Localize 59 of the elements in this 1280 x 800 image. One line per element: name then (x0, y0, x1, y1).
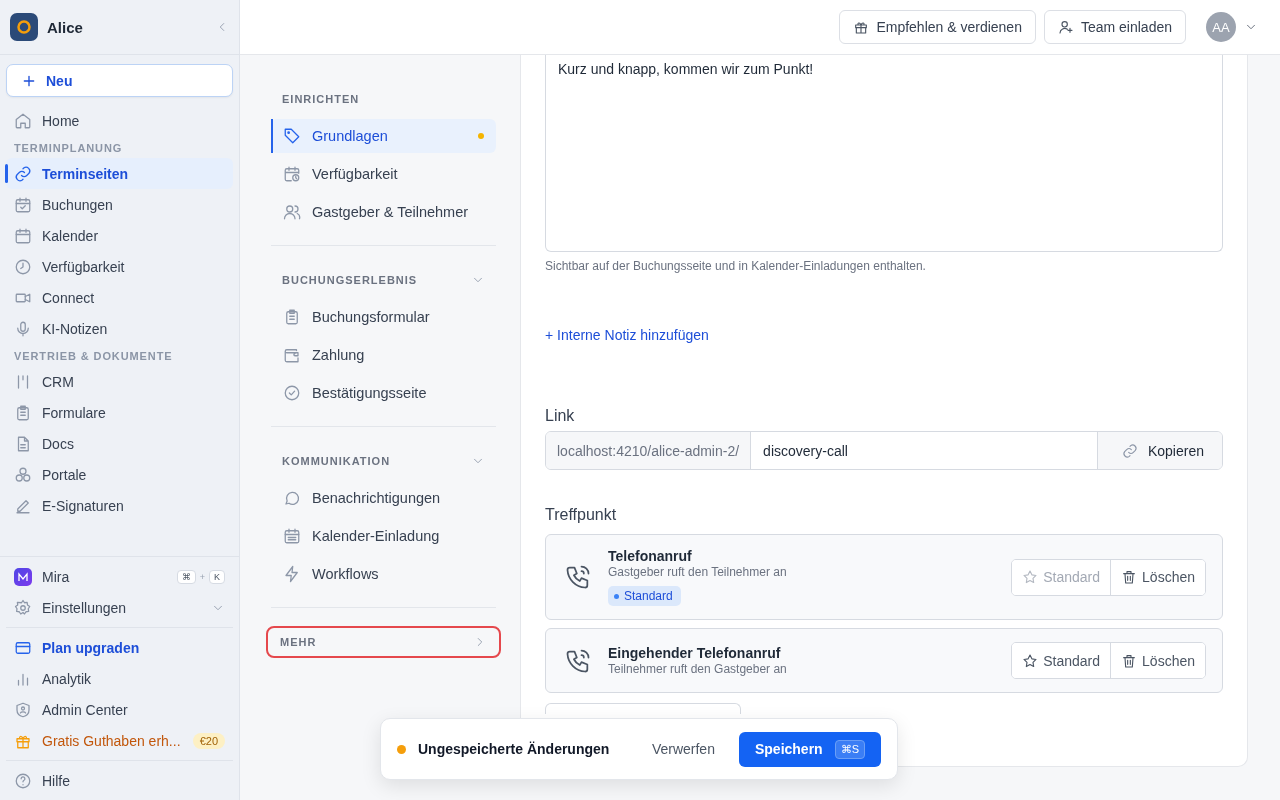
promo-link[interactable]: Gratis Guthaben erh... €20 (6, 725, 233, 756)
sidebar-item[interactable]: KI-Notizen (6, 313, 233, 344)
assistant-item[interactable]: Mira ⌘ + K (6, 561, 233, 592)
location-title: Telefonanruf (608, 548, 692, 564)
section-title: EINRICHTEN (282, 93, 360, 105)
sidebar-item[interactable]: Buchungen (6, 189, 233, 220)
delete-button[interactable]: Löschen (1110, 559, 1205, 595)
sidebar-item[interactable]: E-Signaturen (6, 490, 233, 521)
section-toggle[interactable]: MEHR (266, 626, 501, 658)
settings-nav-item[interactable]: Grundlagen (271, 119, 496, 153)
credit-badge: €20 (192, 732, 225, 749)
location-description: Gastgeber ruft den Teilnehmer an (608, 565, 787, 579)
shortcut-key: ⌘ (176, 569, 196, 584)
save-button[interactable]: Speichern ⌘S (738, 731, 881, 767)
header-button[interactable]: Empfehlen & verdienen (839, 10, 1036, 44)
settings-nav-item[interactable]: Workflows (271, 557, 496, 591)
discard-button[interactable]: Verwerfen (627, 741, 739, 757)
sidebar-item[interactable]: Kalender (6, 220, 233, 251)
settings-nav-item[interactable]: Buchungsformular (271, 300, 496, 334)
field-hint: Sichtbar auf der Buchungsseite und in Kalender-Einladungen enthalten. (545, 259, 927, 273)
sidebar-item[interactable]: Verfügbarkeit (6, 251, 233, 282)
sidebar-item[interactable]: CRM (6, 366, 233, 397)
sidebar-item[interactable]: Admin Center (6, 694, 233, 725)
settings-nav-item[interactable]: Verfügbarkeit (271, 157, 496, 191)
description-field[interactable]: Kurz und knapp, kommen wir zum Punkt! (545, 55, 1223, 252)
workspace-name: Alice (47, 18, 84, 36)
sidebar-item[interactable]: Formulare (6, 397, 233, 428)
settings-nav-item[interactable]: Kalender-Einladung (271, 519, 496, 553)
settings-nav-item[interactable]: Gastgeber & Teilnehmer (271, 195, 496, 229)
location-title: Eingehender Telefonanruf (608, 645, 781, 661)
shortcut-key: K (209, 569, 225, 584)
default-badge: Standard (608, 586, 681, 606)
sidebar-item[interactable]: Terminseiten (6, 158, 233, 189)
sidebar-item[interactable]: Analytik (6, 663, 233, 694)
sidebar-item[interactable]: Connect (6, 282, 233, 313)
sidebar-item[interactable]: Portale (6, 459, 233, 490)
sidebar-item[interactable]: Docs (6, 428, 233, 459)
settings-nav-item[interactable]: Benachrichtigungen (271, 481, 496, 515)
shortcut-key: ⌘S (834, 739, 865, 759)
sidebar-item[interactable]: Einstellungen (6, 592, 233, 623)
add-note-link[interactable]: + Interne Notiz hinzufügen (545, 327, 709, 343)
section-toggle[interactable]: BUCHUNGSERLEBNIS (271, 264, 496, 296)
settings-nav-item[interactable]: Bestätigungsseite (271, 376, 496, 410)
new-button[interactable]: Neu (6, 64, 233, 97)
settings-nav-item[interactable]: Zahlung (271, 338, 496, 372)
location-description: Teilnehmer ruft den Gastgeber an (608, 662, 787, 676)
set-default-button[interactable]: Standard (1012, 643, 1111, 678)
delete-button[interactable]: Löschen (1110, 643, 1205, 678)
section-toggle[interactable]: KOMMUNIKATION (271, 445, 496, 477)
sidebar-item[interactable]: Home (6, 105, 233, 136)
header-button[interactable]: Team einladen (1043, 10, 1186, 44)
field-label: Link (545, 407, 576, 425)
shortcut-joiner: + (199, 571, 205, 582)
section-header: VERTRIEB & DOKUMENTE (13, 349, 174, 364)
sidebar-item[interactable]: Hilfe (6, 765, 233, 796)
field-label: Treffpunkt (545, 506, 618, 524)
unsaved-status: Ungespeicherte Änderungen (418, 741, 611, 757)
upgrade-link[interactable]: Plan upgraden (6, 632, 233, 663)
section-header: TERMINPLANUNG (13, 141, 124, 156)
